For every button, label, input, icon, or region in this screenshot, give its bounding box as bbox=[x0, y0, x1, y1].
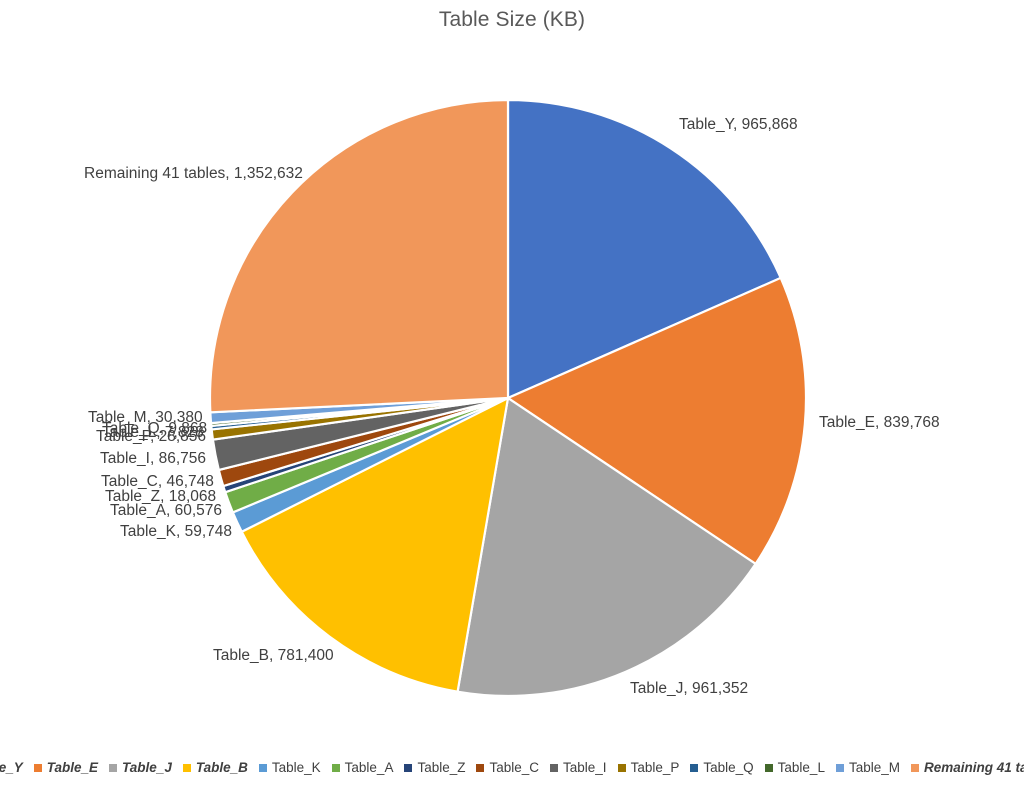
pie-slice-remaining-41-tables[interactable] bbox=[208, 98, 510, 414]
data-label-table-j: Table_J, 961,352 bbox=[630, 680, 749, 697]
data-label-table-k: Table_K, 59,748 bbox=[120, 523, 233, 540]
legend-item-table-b[interactable]: Table_B bbox=[182, 760, 248, 775]
data-label-table-l: Table_L, 7,828 bbox=[102, 424, 204, 441]
legend-swatch-icon bbox=[617, 763, 626, 772]
legend-item-table-k[interactable]: Table_K bbox=[258, 760, 321, 775]
legend-item-label: Table_I bbox=[563, 760, 607, 775]
legend-item-label: Table_J bbox=[122, 760, 172, 775]
data-label-table-z: Table_Z, 18,068 bbox=[105, 488, 217, 505]
data-label-table-c: Table_C, 46,748 bbox=[101, 473, 214, 490]
legend-item-label: Table_A bbox=[344, 760, 394, 775]
pie-slice-group bbox=[208, 98, 808, 698]
legend-item-label: Table_C bbox=[489, 760, 540, 775]
legend-item-label: Table_K bbox=[271, 760, 321, 775]
chart-legend: Table_Y Table_E Table_J Table_B Table_K Table… bbox=[0, 760, 1024, 775]
legend-item-table-i[interactable]: Table_I bbox=[550, 760, 607, 775]
legend-item-label: Table_B bbox=[195, 760, 248, 775]
legend-item-label: Remaining 41 tables bbox=[923, 760, 1024, 775]
legend-item-label: Table_Y bbox=[0, 760, 23, 775]
legend-swatch-icon bbox=[404, 763, 413, 772]
legend-item-label: Table_M bbox=[848, 760, 900, 775]
legend-item-label: Table_E bbox=[46, 760, 99, 775]
legend-item-label: Table_L bbox=[777, 760, 825, 775]
legend-swatch-icon bbox=[109, 763, 118, 772]
legend-item-label: Table_P bbox=[630, 760, 680, 775]
legend-swatch-icon bbox=[690, 763, 699, 772]
legend-swatch-icon bbox=[331, 763, 340, 772]
data-label-remaining: Remaining 41 tables, 1,352,632 bbox=[84, 165, 303, 182]
legend-swatch-icon bbox=[182, 763, 191, 772]
legend-swatch-icon bbox=[258, 763, 267, 772]
legend-item-table-m[interactable]: Table_M bbox=[835, 760, 900, 775]
data-label-table-b: Table_B, 781,400 bbox=[213, 647, 334, 664]
pie-chart-figure: Table Size (KB) Table_Y, 965,868 Table_E… bbox=[0, 0, 1024, 788]
data-label-table-y: Table_Y, 965,868 bbox=[679, 116, 798, 133]
legend-item-table-c[interactable]: Table_C bbox=[476, 760, 539, 775]
legend-item-table-j[interactable]: Table_J bbox=[109, 760, 172, 775]
legend-swatch-icon bbox=[835, 763, 844, 772]
legend-swatch-icon bbox=[764, 763, 773, 772]
legend-item-table-l[interactable]: Table_L bbox=[764, 760, 825, 775]
legend-swatch-icon bbox=[33, 763, 42, 772]
legend-item-table-e[interactable]: Table_E bbox=[33, 760, 99, 775]
legend-item-table-p[interactable]: Table_P bbox=[617, 760, 680, 775]
legend-item-label: Table_Q bbox=[703, 760, 754, 775]
legend-item-table-q[interactable]: Table_Q bbox=[690, 760, 754, 775]
legend-item-remaining-41-tables[interactable]: Remaining 41 tables bbox=[910, 760, 1024, 775]
legend-swatch-icon bbox=[910, 763, 919, 772]
legend-item-table-a[interactable]: Table_A bbox=[331, 760, 394, 775]
legend-swatch-icon bbox=[476, 763, 485, 772]
legend-swatch-icon bbox=[550, 763, 559, 772]
pie-chart-svg bbox=[208, 98, 808, 698]
data-label-table-e: Table_E, 839,768 bbox=[819, 414, 940, 431]
data-label-table-m: Table_M, 30,380 bbox=[88, 409, 203, 426]
legend-item-table-z[interactable]: Table_Z bbox=[404, 760, 465, 775]
legend-item-label: Table_Z bbox=[417, 760, 466, 775]
legend-item-table-y[interactable]: Table_Y bbox=[0, 760, 23, 775]
data-label-table-i: Table_I, 86,756 bbox=[100, 450, 207, 467]
